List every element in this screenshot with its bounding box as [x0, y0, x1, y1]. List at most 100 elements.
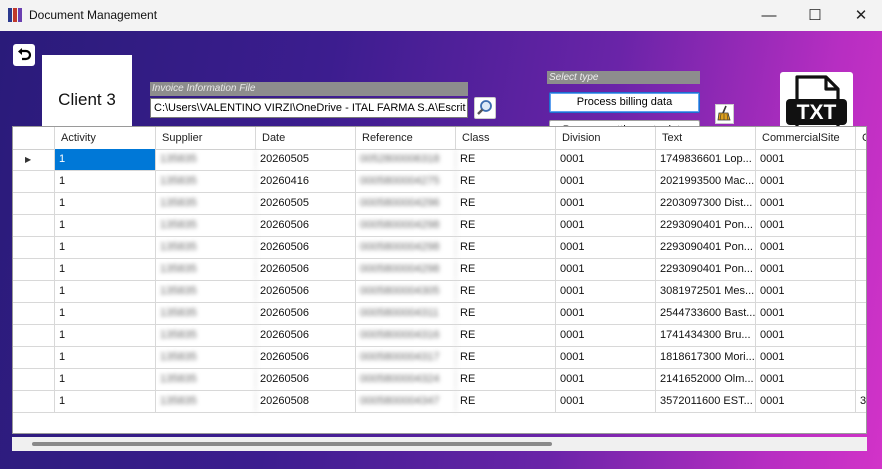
table-cell-supplier[interactable]: 135835 [156, 171, 256, 192]
table-cell-class[interactable]: RE [456, 325, 556, 346]
table-row[interactable]: 1 135835 20260506 0005800004305 RE 0001 308197… [13, 281, 866, 303]
row-header[interactable] [13, 215, 55, 236]
column-header[interactable]: Activity [55, 127, 156, 149]
table-cell-site[interactable]: 0001 [756, 237, 856, 258]
table-row[interactable]: 1 135835 20260506 0005800004316 RE 0001 174143… [13, 325, 866, 347]
table-cell-site[interactable]: 0001 [756, 171, 856, 192]
table-cell-site[interactable]: 0001 [756, 193, 856, 214]
table-cell-activity[interactable]: 1 [55, 193, 156, 214]
table-cell-supplier[interactable]: 135835 [156, 193, 256, 214]
table-cell-extra[interactable]: 36 [856, 391, 866, 412]
row-header[interactable] [13, 325, 55, 346]
table-cell-text[interactable]: 2544733600 Bast... [656, 303, 756, 324]
table-cell-division[interactable]: 0001 [556, 369, 656, 390]
table-cell-reference[interactable]: 0005800004305 [356, 281, 456, 302]
table-cell-activity[interactable]: 1 [55, 347, 156, 368]
back-arrow-icon[interactable] [13, 44, 35, 66]
table-cell-reference[interactable]: 0005800004298 [356, 259, 456, 280]
column-header[interactable]: Class [456, 127, 556, 149]
table-row[interactable]: 1 135835 20260505 0005800004296 RE 0001 220309… [13, 193, 866, 215]
row-header[interactable] [13, 171, 55, 192]
table-cell-reference[interactable]: 0005800004298 [356, 237, 456, 258]
table-row[interactable]: 1 135835 20260416 0005800004275 RE 0001 202199… [13, 171, 866, 193]
row-header[interactable] [13, 193, 55, 214]
table-cell-class[interactable]: RE [456, 215, 556, 236]
table-cell-division[interactable]: 0001 [556, 259, 656, 280]
table-cell-supplier[interactable]: 135835 [156, 281, 256, 302]
table-cell-supplier[interactable]: 135835 [156, 303, 256, 324]
column-header[interactable]: C [856, 127, 866, 149]
table-cell-text[interactable]: 2021993500 Mac... [656, 171, 756, 192]
table-cell-reference[interactable]: 0005800004311 [356, 303, 456, 324]
row-header[interactable] [13, 259, 55, 280]
table-cell-date[interactable]: 20260416 [256, 171, 356, 192]
table-cell-date[interactable]: 20260505 [256, 193, 356, 214]
close-button[interactable]: ✕ [838, 0, 882, 31]
table-cell-text[interactable]: 2293090401 Pon... [656, 237, 756, 258]
table-cell-extra[interactable] [856, 171, 866, 192]
table-cell-site[interactable]: 0001 [756, 347, 856, 368]
table-cell-date[interactable]: 20260508 [256, 391, 356, 412]
table-cell-supplier[interactable]: 135835 [156, 369, 256, 390]
magnifier-icon[interactable] [474, 97, 496, 119]
table-cell-site[interactable]: 0001 [756, 391, 856, 412]
table-cell-supplier[interactable]: 135835 [156, 391, 256, 412]
table-cell-date[interactable]: 20260505 [256, 149, 356, 170]
table-cell-text[interactable]: 1818617300 Mori... [656, 347, 756, 368]
column-header[interactable]: Division [556, 127, 656, 149]
scrollbar-thumb[interactable] [32, 442, 552, 446]
table-cell-supplier[interactable]: 135835 [156, 149, 256, 170]
invoice-file-path-input[interactable]: C:\Users\VALENTINO VIRZI\OneDrive - ITAL… [150, 98, 468, 118]
table-cell-extra[interactable] [856, 281, 866, 302]
column-header[interactable]: CommercialSite [756, 127, 856, 149]
table-cell-text[interactable]: 1741434300 Bru... [656, 325, 756, 346]
row-header[interactable] [13, 347, 55, 368]
table-cell-date[interactable]: 20260506 [256, 369, 356, 390]
table-cell-reference[interactable]: 0052800006318 [356, 149, 456, 170]
table-cell-text[interactable]: 2293090401 Pon... [656, 215, 756, 236]
table-cell-activity[interactable]: 1 [55, 281, 156, 302]
column-header[interactable]: Reference [356, 127, 456, 149]
table-cell-activity[interactable]: 1 [55, 149, 156, 170]
table-cell-site[interactable]: 0001 [756, 259, 856, 280]
table-cell-activity[interactable]: 1 [55, 303, 156, 324]
table-cell-activity[interactable]: 1 [55, 215, 156, 236]
table-cell-site[interactable]: 0001 [756, 281, 856, 302]
table-cell-division[interactable]: 0001 [556, 215, 656, 236]
table-cell-date[interactable]: 20260506 [256, 281, 356, 302]
table-cell-activity[interactable]: 1 [55, 237, 156, 258]
process-billing-button[interactable]: Process billing data [549, 92, 700, 113]
table-cell-supplier[interactable]: 135835 [156, 325, 256, 346]
maximize-button[interactable]: ☐ [792, 0, 838, 31]
table-cell-date[interactable]: 20260506 [256, 325, 356, 346]
table-cell-date[interactable]: 20260506 [256, 237, 356, 258]
table-cell-text[interactable]: 2203097300 Dist... [656, 193, 756, 214]
table-cell-division[interactable]: 0001 [556, 281, 656, 302]
row-header[interactable] [13, 237, 55, 258]
table-cell-class[interactable]: RE [456, 303, 556, 324]
table-cell-division[interactable]: 0001 [556, 347, 656, 368]
table-cell-reference[interactable]: 0005800004296 [356, 193, 456, 214]
table-cell-class[interactable]: RE [456, 193, 556, 214]
column-header[interactable]: Text [656, 127, 756, 149]
table-row[interactable]: 1 135835 20260506 0005800004324 RE 0001 214165… [13, 369, 866, 391]
row-header[interactable] [13, 303, 55, 324]
table-cell-activity[interactable]: 1 [55, 259, 156, 280]
table-cell-text[interactable]: 3572011600 EST... [656, 391, 756, 412]
table-cell-reference[interactable]: 0005800004317 [356, 347, 456, 368]
table-cell-division[interactable]: 0001 [556, 237, 656, 258]
minimize-button[interactable]: — [746, 0, 792, 31]
table-cell-class[interactable]: RE [456, 347, 556, 368]
table-cell-division[interactable]: 0001 [556, 303, 656, 324]
table-row[interactable]: 1 135835 20260506 0005800004317 RE 0001 181861… [13, 347, 866, 369]
table-cell-class[interactable]: RE [456, 369, 556, 390]
table-cell-supplier[interactable]: 135835 [156, 215, 256, 236]
row-header[interactable] [13, 391, 55, 412]
table-row[interactable]: 1 135835 20260506 0005800004298 RE 0001 229309… [13, 237, 866, 259]
table-cell-activity[interactable]: 1 [55, 325, 156, 346]
table-cell-supplier[interactable]: 135835 [156, 347, 256, 368]
table-cell-supplier[interactable]: 135835 [156, 259, 256, 280]
row-header[interactable] [13, 281, 55, 302]
table-cell-activity[interactable]: 1 [55, 391, 156, 412]
table-cell-activity[interactable]: 1 [55, 171, 156, 192]
